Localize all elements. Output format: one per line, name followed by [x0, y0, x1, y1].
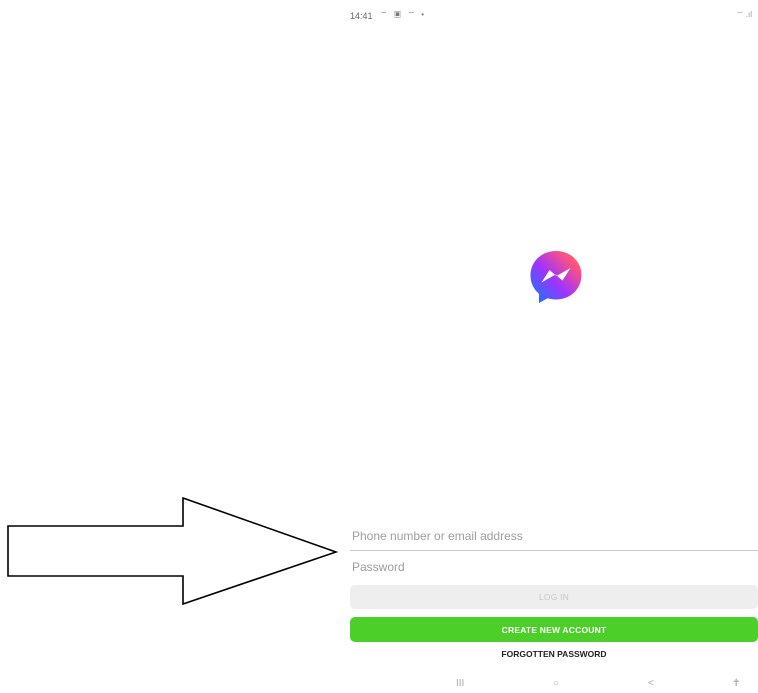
status-time: 14:41 — [350, 11, 373, 21]
forgot-password-link[interactable]: FORGOTTEN PASSWORD — [350, 649, 758, 659]
status-signal-icons: ⌔ .ıl — [736, 10, 752, 19]
phone-email-input[interactable] — [350, 529, 758, 543]
recents-button[interactable]: III — [456, 678, 464, 689]
accessibility-button[interactable]: ✝ — [732, 678, 740, 689]
phone-email-field-container — [350, 522, 758, 551]
password-input[interactable] — [350, 560, 758, 574]
status-notification-icons: ⌔ ▣ ⌔ • — [380, 10, 427, 19]
login-form: LOG IN CREATE NEW ACCOUNT FORGOTTEN PASS… — [350, 522, 758, 659]
navigation-bar: III ○ < ✝ — [350, 678, 758, 693]
status-bar: 14:41 ⌔ ▣ ⌔ • ⌔ .ıl — [350, 8, 758, 24]
pointer-arrow-icon — [7, 496, 338, 606]
back-button[interactable]: < — [648, 678, 654, 689]
home-button[interactable]: ○ — [553, 678, 559, 689]
password-field-container — [350, 553, 758, 581]
messenger-logo-icon — [530, 251, 582, 303]
login-button[interactable]: LOG IN — [350, 585, 758, 609]
create-account-button[interactable]: CREATE NEW ACCOUNT — [350, 617, 758, 642]
